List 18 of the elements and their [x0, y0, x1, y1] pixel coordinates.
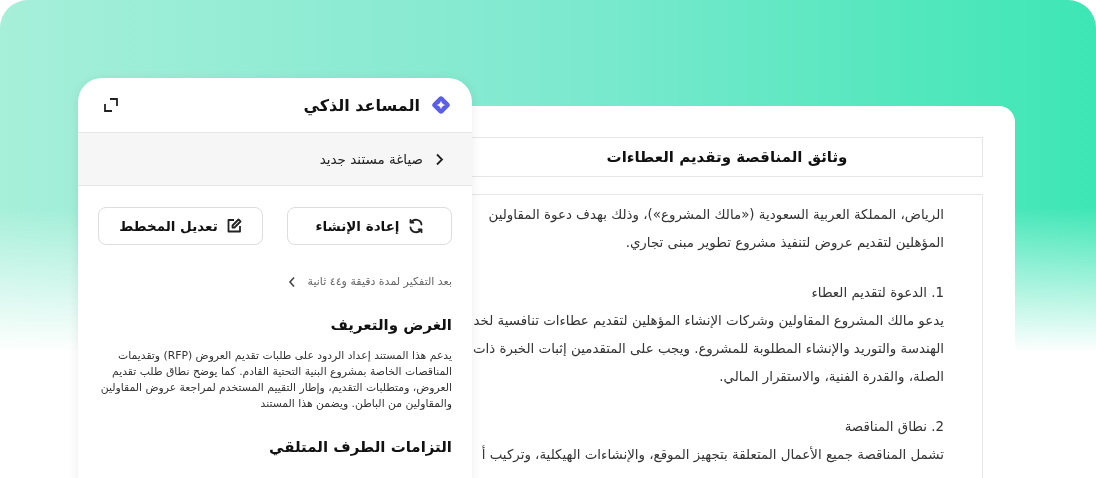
breadcrumb-label: صياغة مستند جديد: [319, 151, 423, 167]
chevron-icon[interactable]: [287, 275, 296, 288]
section-paragraph: يدعم هذا المستند إعداد الردود على طلبات تقديم العروض (RFP) وتقديمات المناقصات الخاصة بمشروع البنية التحتية القادم. كما يوضح نطاق طلب تقديم العروض، ومتطلبات التقديم، وإطار التقييم المستخدم لمراجعة عروض المقاولين والمقاولين من الباطن. ويضمن هذا المستند: [99, 348, 452, 412]
breadcrumb-row[interactable]: صياغة مستند جديد: [78, 132, 472, 186]
paragraph: الرياض، المملكة العربية السعودية («مالك المشروع»)، وذلك بهدف دعوة المقاولين المؤهلين لتقديم عروض لتنفيذ مشروع تطوير مبنى تجاري.: [488, 206, 944, 253]
chevron-icon: [435, 152, 444, 166]
expand-icon[interactable]: [104, 98, 118, 112]
paragraph: 2. نطاق المناقصة تشمل المناقصة جميع الأعمال المتعلقة بتجهيز الموقع، والإنشاءات الهيكلية، وتركيب أ: [481, 418, 944, 465]
section-heading: التزامات الطرف المتلقي: [268, 438, 452, 456]
panel-title: المساعد الذكي: [303, 95, 420, 115]
document-title: وثائق المناقصة وتقديم العطاءات: [606, 148, 848, 166]
refresh-icon: [407, 218, 424, 234]
section-heading: الغرض والتعريف: [329, 316, 452, 334]
regenerate-button[interactable]: إعادة الإنشاء: [287, 207, 452, 245]
edit-outline-button[interactable]: تعديل المخطط: [98, 207, 263, 245]
thinking-label: بعد التفكير لمدة دقيقة و٤٤ ثانية: [307, 275, 452, 288]
edit-icon: [225, 218, 242, 234]
paragraph: 1. الدعوة لتقديم العطاء يدعو مالك المشروع المقاولين وشركات الإنشاء المؤهلين لتقديم عطاءات تنافسية لخد الهندسة والتوريد والإنشاء المطلوبة للمشروع. ويجب على المتقدمين إثبات الخبرة ذات الصلة، والقدرة الفنية، والاستقرار المالي.: [472, 284, 944, 387]
